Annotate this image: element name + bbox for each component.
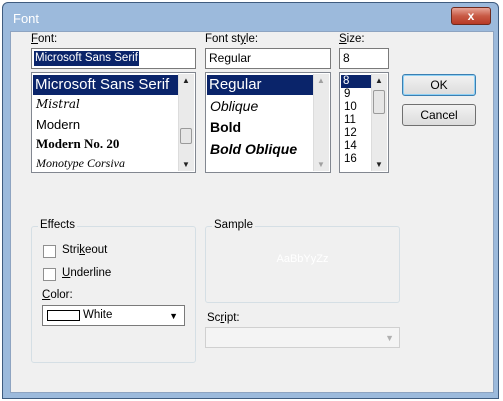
underline-checkbox[interactable] (43, 268, 56, 281)
scroll-down-icon[interactable]: ▼ (182, 160, 190, 169)
cancel-button[interactable]: Cancel (402, 104, 476, 126)
scroll-thumb[interactable] (373, 90, 385, 114)
scroll-up-icon[interactable]: ▲ (317, 76, 325, 85)
ok-button[interactable]: OK (402, 74, 476, 96)
sample-text: AaBbYyZz (276, 253, 329, 265)
font-label: Font: (31, 33, 58, 45)
font-style-label: Font style: (205, 33, 259, 45)
font-style-list[interactable]: Regular Oblique Bold Bold Oblique ▲ ▼ (205, 72, 331, 173)
list-item-size-12[interactable]: 12 (341, 127, 357, 140)
list-item-mistral[interactable]: Mistral (33, 97, 80, 111)
list-item-size-10[interactable]: 10 (341, 101, 357, 114)
list-item-modern[interactable]: Modern (33, 117, 80, 132)
size-input[interactable]: 8 (339, 48, 389, 69)
size-value: 8 (343, 51, 350, 65)
list-item-size-9[interactable]: 9 (341, 88, 350, 101)
font-style-scrollbar[interactable]: ▲ ▼ (313, 74, 329, 171)
size-label: Size: (339, 33, 365, 45)
font-style-input[interactable]: Regular (205, 48, 331, 69)
list-item-size-14[interactable]: 14 (341, 140, 357, 153)
color-label: Color: (42, 289, 73, 301)
scroll-down-icon[interactable]: ▼ (317, 160, 325, 169)
list-item-bold[interactable]: Bold (207, 119, 241, 135)
font-list-scrollbar[interactable]: ▲ ▼ (178, 74, 194, 171)
color-dropdown[interactable]: White ▼ (42, 305, 185, 326)
list-item-modern-no-20[interactable]: Modern No. 20 (33, 136, 119, 152)
font-list[interactable]: Microsoft Sans Serif Mistral Modern Mode… (31, 72, 196, 173)
dialog-body: Font: Microsoft Sans Serif Microsoft San… (10, 31, 494, 393)
list-item-regular[interactable]: Regular (207, 75, 315, 95)
scroll-up-icon[interactable]: ▲ (375, 76, 383, 85)
font-name-value: Microsoft Sans Serif (34, 51, 139, 66)
sample-title: Sample (212, 219, 255, 231)
effects-title: Effects (38, 219, 77, 231)
font-name-input[interactable]: Microsoft Sans Serif (31, 48, 196, 69)
close-icon: x (467, 9, 475, 23)
list-item-size-11[interactable]: 11 (341, 114, 356, 127)
strikeout-checkbox[interactable] (43, 245, 56, 258)
list-item-size-16[interactable]: 16 (341, 153, 357, 166)
chevron-down-icon: ▼ (169, 311, 178, 321)
title-bar: Font x (3, 3, 498, 31)
size-list-scrollbar[interactable]: ▲ ▼ (371, 74, 387, 171)
scroll-thumb[interactable] (180, 128, 192, 144)
list-item-size-8[interactable]: 8 (341, 75, 371, 88)
font-dialog: Font x Font: Microsoft Sans Serif Micros… (2, 2, 499, 399)
list-item-monotype-corsiva[interactable]: Monotype Corsiva (33, 156, 125, 171)
script-label: Script: (207, 312, 240, 324)
window-title: Font (13, 11, 40, 26)
close-button[interactable]: x (451, 7, 491, 25)
color-value: White (83, 309, 113, 321)
scroll-down-icon[interactable]: ▼ (375, 160, 383, 169)
list-item-bold-oblique[interactable]: Bold Oblique (207, 141, 297, 157)
color-swatch (47, 310, 80, 321)
list-item-oblique[interactable]: Oblique (207, 98, 258, 114)
script-dropdown[interactable]: ▼ (205, 327, 400, 348)
underline-label[interactable]: Underline (62, 267, 111, 279)
font-style-value: Regular (209, 51, 252, 65)
list-item-microsoft-sans-serif[interactable]: Microsoft Sans Serif (33, 75, 180, 95)
size-list[interactable]: 8 9 10 11 12 14 16 ▲ ▼ (339, 72, 389, 173)
scroll-up-icon[interactable]: ▲ (182, 76, 190, 85)
chevron-down-icon: ▼ (385, 333, 394, 343)
strikeout-label[interactable]: Strikeout (62, 244, 107, 256)
